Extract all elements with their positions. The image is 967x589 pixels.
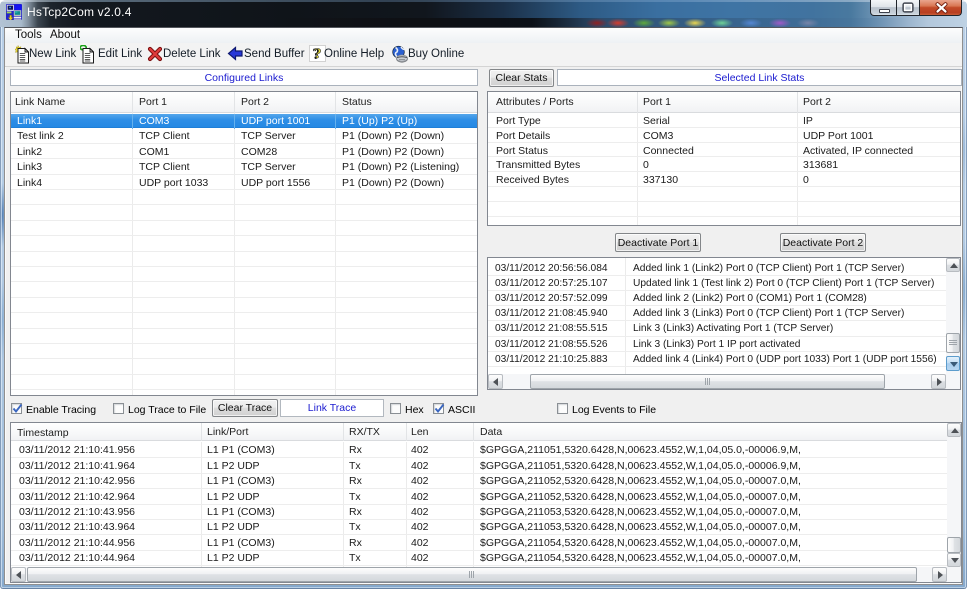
svg-text:?: ?: [314, 46, 322, 62]
